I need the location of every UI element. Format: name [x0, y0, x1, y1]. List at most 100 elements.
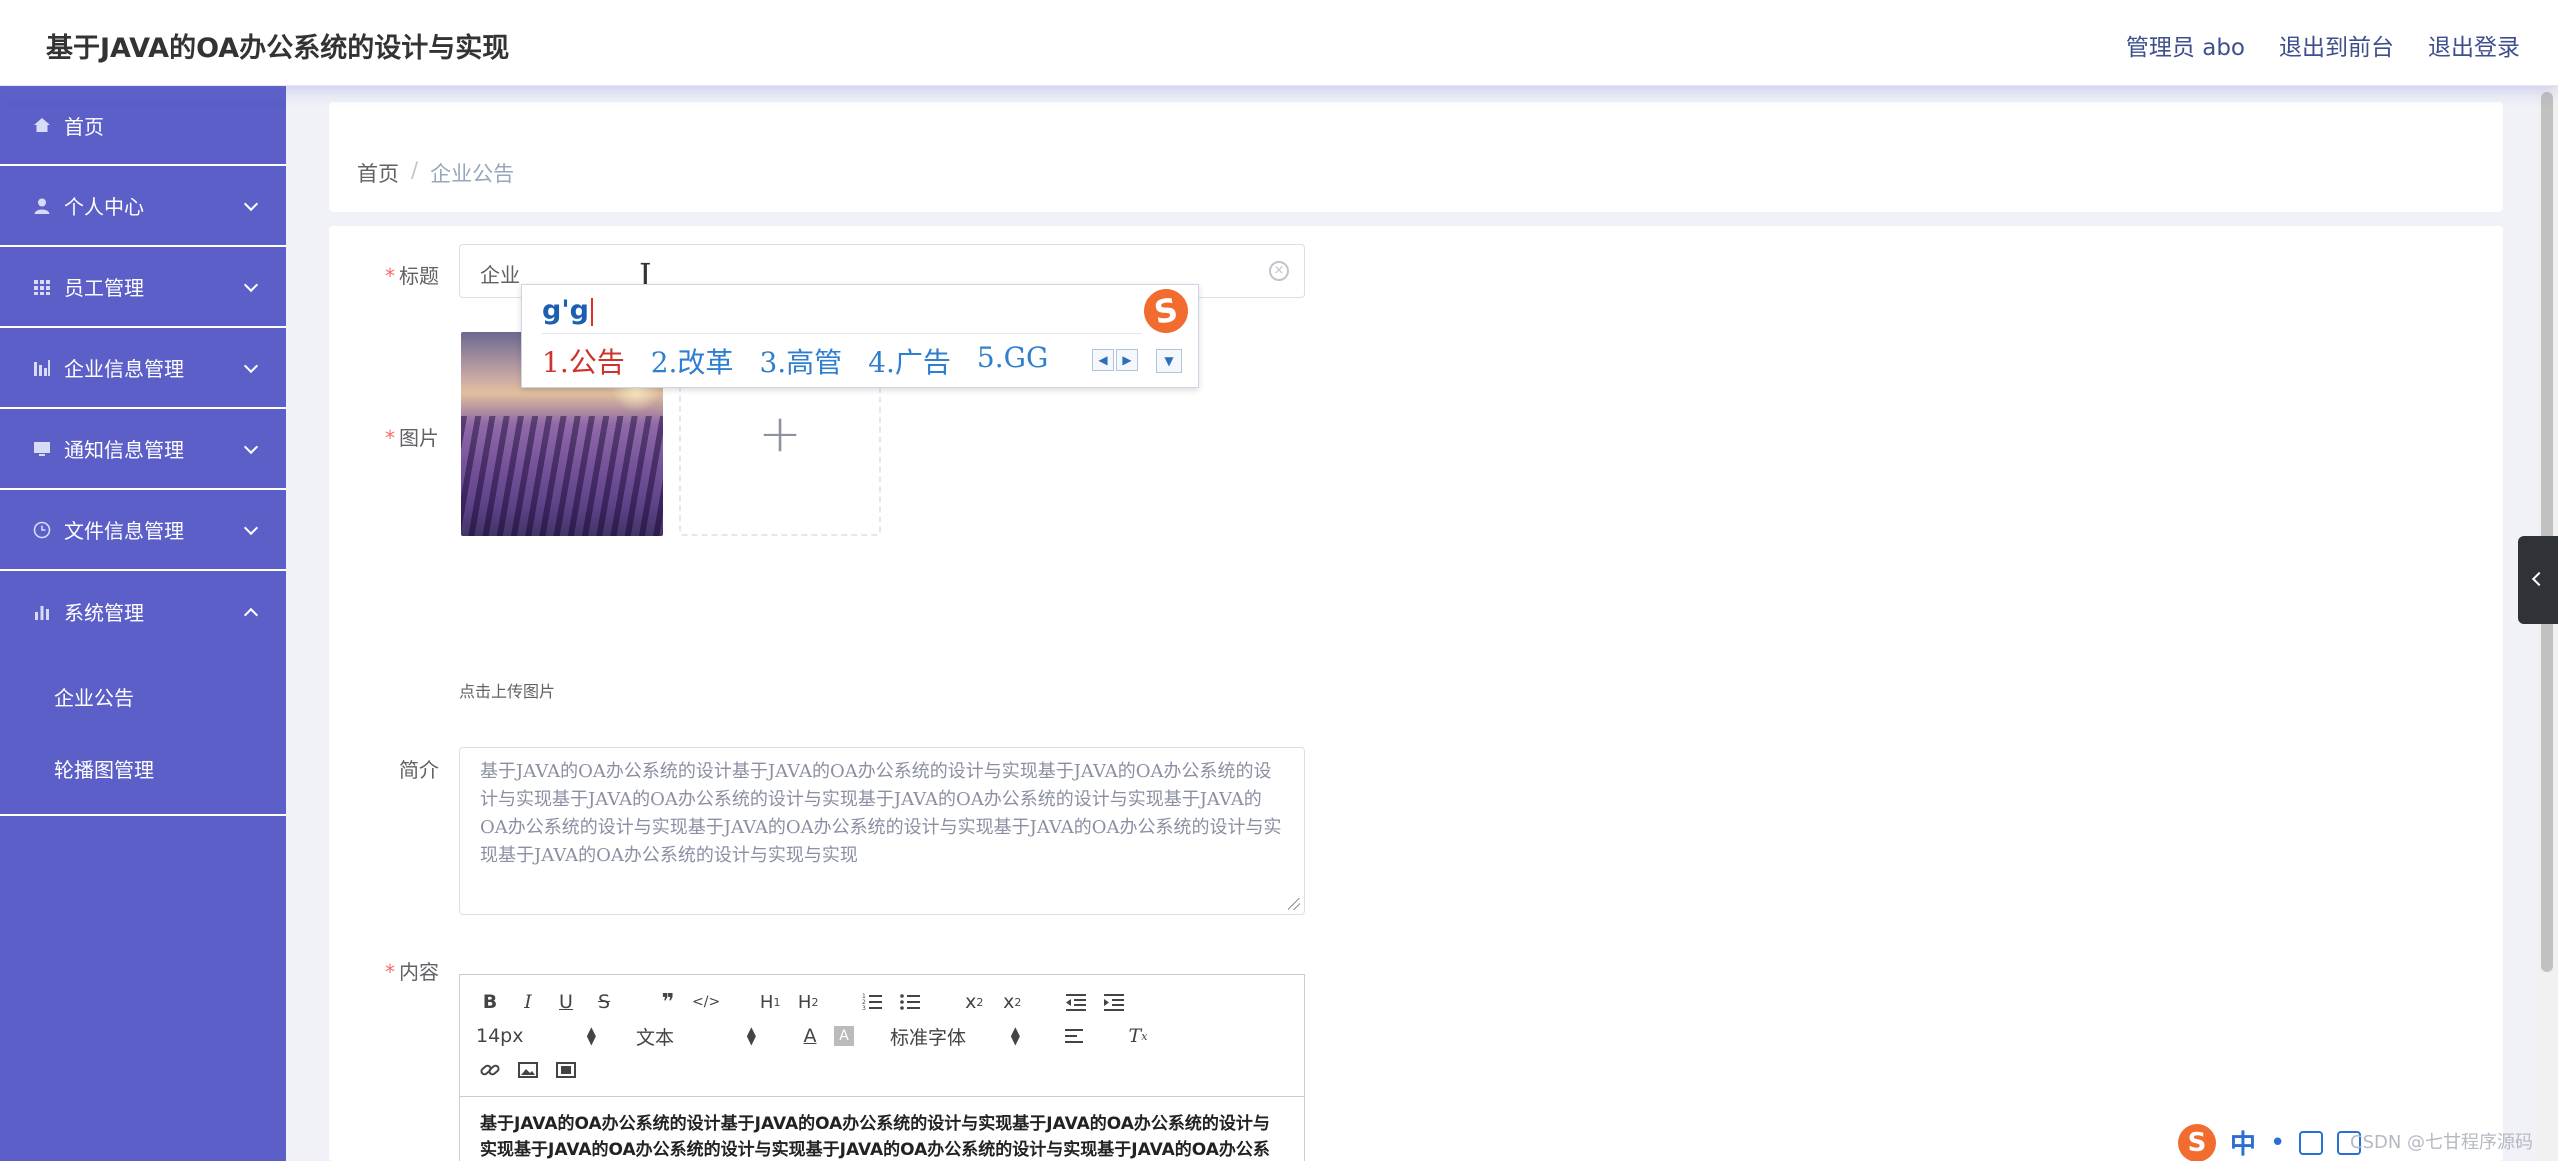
ime-language-toggle[interactable]: 中 — [2230, 1124, 2256, 1161]
sidebar-item-system-mgmt[interactable]: 系统管理 — [0, 571, 286, 652]
admin-user-link[interactable]: 管理员 abo — [2126, 28, 2245, 62]
app-title: 基于JAVA的OA办公系统的设计与实现 — [46, 33, 510, 64]
breadcrumb-home[interactable]: 首页 — [357, 158, 399, 188]
plus-icon: + — [758, 404, 802, 464]
intro-textarea[interactable]: 基于JAVA的OA办公系统的设计基于JAVA的OA办公系统的设计与实现基于JAV… — [459, 747, 1305, 915]
content-label: * 内容 — [385, 956, 439, 985]
superscript-icon[interactable]: x2 — [998, 987, 1026, 1017]
clear-icon[interactable]: × — [1269, 261, 1289, 281]
bullet-list-icon[interactable] — [896, 987, 924, 1017]
sidebar-item-label: 系统管理 — [64, 601, 144, 625]
ime-next-page-icon[interactable]: ▶ — [1116, 349, 1138, 371]
background-color-icon[interactable]: A — [834, 1026, 854, 1046]
sidebar-item-company-info-mgmt[interactable]: 企业信息管理 — [0, 328, 286, 409]
heading2-icon[interactable]: H2 — [794, 987, 822, 1017]
stats-icon — [32, 602, 52, 622]
content-label-text: 内容 — [399, 960, 439, 984]
image-lavender-rows — [461, 416, 663, 536]
ime-candidate[interactable]: 2.改革 — [651, 341, 734, 381]
insert-video-icon[interactable] — [552, 1055, 580, 1085]
sidebar-item-personal-center[interactable]: 个人中心 — [0, 166, 286, 247]
ime-candidate[interactable]: 3.高管 — [759, 341, 842, 381]
font-family-select[interactable]: 标准字体 ▲ ▼ — [890, 1023, 1020, 1050]
underline-icon[interactable]: U — [552, 987, 580, 1017]
subscript-icon[interactable]: x2 — [960, 987, 988, 1017]
link-icon[interactable] — [476, 1055, 504, 1085]
chevron-up-icon — [243, 607, 259, 622]
font-size-value: 14px — [476, 1025, 524, 1047]
select-arrows-icon: ▲ ▼ — [1010, 1024, 1020, 1047]
breadcrumb: 首页 / 企业公告 — [357, 158, 514, 188]
ime-candidate[interactable]: 5.GG — [977, 341, 1048, 381]
ime-pinyin-text: g'g — [542, 295, 589, 326]
italic-icon[interactable]: I — [514, 987, 542, 1017]
ordered-list-icon[interactable]: 123 — [858, 987, 886, 1017]
emoji-icon[interactable] — [2299, 1130, 2324, 1155]
chevron-down-icon — [243, 439, 259, 454]
breadcrumb-card: 首页 / 企业公告 — [329, 102, 2503, 212]
code-block-icon[interactable]: </> — [692, 987, 720, 1017]
resize-handle-icon[interactable] — [1288, 898, 1300, 910]
text-type-value: 文本 — [636, 1026, 675, 1049]
sidebar-item-file-info-mgmt[interactable]: 文件信息管理 — [0, 490, 286, 571]
required-mark: * — [385, 960, 395, 984]
sidebar-item-label: 个人中心 — [64, 195, 144, 219]
strikethrough-icon[interactable]: S — [590, 987, 618, 1017]
image-label-text: 图片 — [399, 426, 439, 450]
insert-image-icon[interactable] — [514, 1055, 542, 1085]
sidebar-item-label: 首页 — [64, 114, 104, 139]
sidebar-subitem-company-notice[interactable]: 企业公告 — [0, 660, 286, 732]
required-mark: * — [385, 264, 395, 288]
clock-icon — [32, 520, 52, 540]
heading1-icon[interactable]: H1 — [756, 987, 784, 1017]
chevron-left-icon — [2531, 571, 2547, 587]
toolbar-row-3 — [476, 1053, 1288, 1087]
bold-icon[interactable]: B — [476, 987, 504, 1017]
ime-candidate[interactable]: 1.公告 — [542, 341, 625, 381]
header-nav: 管理员 abo 退出到前台 退出登录 — [2126, 28, 2520, 62]
clear-format-icon[interactable]: Tx — [1124, 1021, 1152, 1051]
rich-text-editor: B I U S ❞ </> H1 H2 123 x 2 x 2 14px ▲ ▼… — [459, 974, 1305, 1161]
ime-expand-icon[interactable]: ▼ — [1156, 349, 1182, 373]
select-arrows-icon: ▲ ▼ — [586, 1024, 596, 1047]
back-to-frontend-link[interactable]: 退出到前台 — [2279, 28, 2394, 62]
blockquote-icon[interactable]: ❞ — [654, 987, 682, 1017]
ime-pinyin-input: g'g — [542, 295, 593, 326]
font-family-value: 标准字体 — [890, 1026, 967, 1049]
sogou-tray-logo-icon[interactable]: S — [2178, 1123, 2216, 1161]
home-icon — [32, 115, 52, 135]
watermark: CSDN @七甘程序源码 — [2350, 1132, 2534, 1153]
text-type-select[interactable]: 文本 ▲ ▼ — [636, 1023, 756, 1050]
sidebar-item-label: 通知信息管理 — [64, 438, 184, 462]
ime-candidate-popup: g'g 1.公告 2.改革 3.高管 4.广告 5.GG S ◀ ▶ ▼ — [521, 284, 1199, 388]
font-size-select[interactable]: 14px ▲ ▼ — [476, 1025, 596, 1047]
align-icon[interactable] — [1060, 1021, 1088, 1051]
ime-prev-page-icon[interactable]: ◀ — [1092, 349, 1114, 371]
chevron-down-icon — [243, 520, 259, 535]
sidebar-item-home[interactable]: 首页 — [0, 86, 286, 166]
logout-link[interactable]: 退出登录 — [2428, 28, 2520, 62]
sidebar-item-employee-mgmt[interactable]: 员工管理 — [0, 247, 286, 328]
sidebar-item-label: 企业信息管理 — [64, 357, 184, 381]
ime-candidate[interactable]: 4.广告 — [868, 341, 951, 381]
toolbar-row-2: 14px ▲ ▼ 文本 ▲ ▼ A A 标准字体 ▲ ▼ Tx — [476, 1019, 1288, 1053]
sidebar: 首页 个人中心 员工管理 企业信息管理 通知信息管理 文件信息管理 系统管理 企… — [0, 86, 286, 1161]
side-collapse-tab[interactable] — [2518, 536, 2558, 624]
image-label: * 图片 — [385, 422, 439, 451]
main-content: 首页 / 企业公告 * 标题 企业 I × * 图片 + 点击上传图片 简介 基于J… — [286, 86, 2536, 1161]
sidebar-item-notice-info-mgmt[interactable]: 通知信息管理 — [0, 409, 286, 490]
grid-icon — [32, 277, 52, 297]
ime-divider — [542, 333, 1142, 334]
title-input-value: 企业 — [480, 263, 520, 287]
indent-icon[interactable] — [1100, 987, 1128, 1017]
font-color-icon[interactable]: A — [796, 1021, 824, 1051]
scrollbar-thumb[interactable] — [2541, 92, 2553, 972]
system-submenu: 企业公告 轮播图管理 — [0, 652, 286, 816]
outdent-icon[interactable] — [1062, 987, 1090, 1017]
title-label: * 标题 — [385, 260, 439, 289]
editor-content[interactable]: 基于JAVA的OA办公系统的设计基于JAVA的OA办公系统的设计与实现基于JAV… — [460, 1097, 1304, 1161]
punctuation-icon[interactable]: • — [2270, 1128, 2285, 1158]
breadcrumb-current: 企业公告 — [430, 162, 515, 186]
sidebar-subitem-carousel-mgmt[interactable]: 轮播图管理 — [0, 732, 286, 804]
chevron-down-icon — [243, 196, 259, 211]
